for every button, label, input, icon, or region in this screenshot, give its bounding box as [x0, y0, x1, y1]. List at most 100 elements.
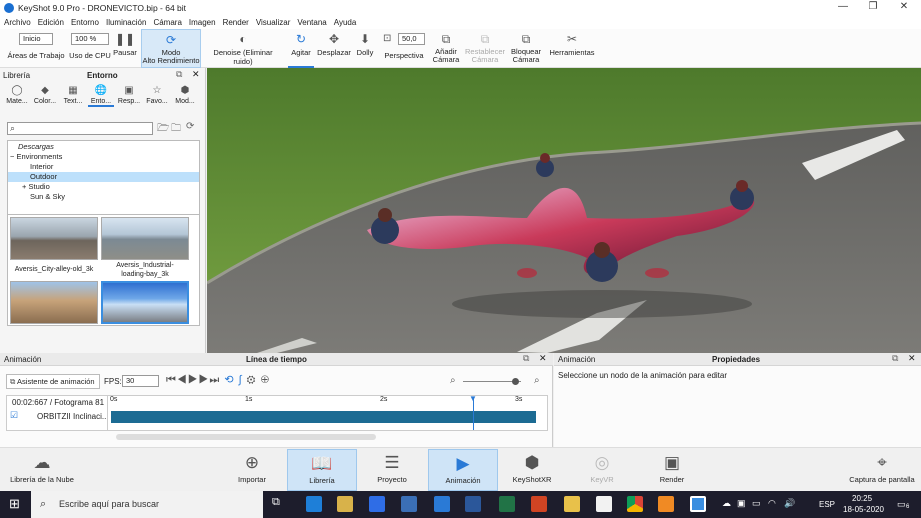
- app-icon[interactable]: [401, 496, 417, 512]
- menu-ventana[interactable]: Ventana: [297, 18, 326, 27]
- tray-icon[interactable]: ▣: [737, 498, 746, 509]
- tree-item-environments[interactable]: − Environments: [8, 152, 199, 162]
- cat-models[interactable]: ⬢ Mod...: [172, 84, 198, 105]
- wifi-icon[interactable]: ◠: [768, 498, 776, 509]
- battery-icon[interactable]: ▭: [752, 498, 761, 509]
- tree-item-studio[interactable]: + Studio: [8, 182, 199, 192]
- loop-icon[interactable]: ⟲: [224, 374, 234, 386]
- timeline-scrollbar[interactable]: [116, 434, 376, 440]
- tree-item-interior[interactable]: Interior: [8, 162, 199, 172]
- library-button[interactable]: 📖 Librería: [287, 449, 357, 491]
- volume-icon[interactable]: 🔊: [784, 498, 795, 509]
- tree-item-outdoor[interactable]: Outdoor: [8, 172, 199, 182]
- go-end-icon[interactable]: ⏭: [209, 374, 220, 386]
- thumb-industrial-loading-bay[interactable]: [101, 217, 189, 260]
- word-icon[interactable]: [465, 496, 481, 512]
- dolly-button[interactable]: ⬇ Dolly: [353, 29, 377, 68]
- pan-button[interactable]: ✥ Desplazar: [316, 29, 352, 68]
- cpu-usage-select[interactable]: 100 %: [71, 33, 109, 45]
- library-search-input[interactable]: ⌕: [7, 122, 153, 135]
- network-icon[interactable]: ☁: [722, 498, 731, 509]
- edge-icon[interactable]: [306, 496, 322, 512]
- excel-icon[interactable]: [499, 496, 515, 512]
- expand-icon[interactable]: +: [22, 182, 26, 191]
- cat-environments[interactable]: 🌐 Ento...: [88, 84, 114, 107]
- restore-button[interactable]: ❐: [856, 0, 890, 16]
- animation-wizard-button[interactable]: ⧉ Asistente de animación: [6, 374, 100, 389]
- language-indicator[interactable]: ESP: [819, 500, 835, 509]
- windows-start-icon[interactable]: ⊞: [9, 496, 20, 512]
- cloud-library-button[interactable]: ☁ Librería de la Nube: [8, 449, 76, 491]
- refresh-icon[interactable]: ⟳: [186, 121, 194, 132]
- cat-backplates[interactable]: ▣ Resp...: [116, 84, 142, 105]
- zoom-in-icon[interactable]: ⌕: [534, 375, 540, 386]
- workspace-select[interactable]: Inicio: [19, 33, 53, 45]
- undock-icon[interactable]: ⧉: [892, 353, 898, 364]
- tree-item-sun-sky[interactable]: Sun & Sky: [8, 192, 199, 202]
- animation-close-icon[interactable]: ✕: [539, 353, 547, 364]
- mail-icon[interactable]: [434, 496, 450, 512]
- undock-icon[interactable]: ⧉: [176, 69, 182, 80]
- menu-edicion[interactable]: Edición: [38, 18, 64, 27]
- keyshot-taskbar-icon[interactable]: [690, 496, 706, 512]
- perspective-input[interactable]: 50,0: [398, 33, 425, 45]
- reset-camera-button[interactable]: ⧉ Restablecer Cámara: [464, 29, 506, 68]
- dropbox-icon[interactable]: [369, 496, 385, 512]
- project-button[interactable]: ☰ Proyecto: [366, 449, 418, 491]
- clock-date[interactable]: 18-05-2020: [843, 505, 884, 514]
- pause-button[interactable]: ❚❚ Pausar: [112, 29, 138, 68]
- file-explorer-icon[interactable]: [564, 496, 580, 512]
- cat-materials[interactable]: ◯ Mate...: [4, 84, 30, 105]
- go-start-icon[interactable]: ⏮: [166, 374, 177, 386]
- playhead-marker-icon[interactable]: ▼: [469, 394, 477, 403]
- properties-close-icon[interactable]: ✕: [908, 353, 916, 364]
- curve-icon[interactable]: ∫: [239, 374, 243, 386]
- menu-entorno[interactable]: Entorno: [71, 18, 99, 27]
- tree-item-descargas[interactable]: Descargas: [8, 142, 199, 152]
- menu-camara[interactable]: Cámara: [153, 18, 181, 27]
- task-view-icon[interactable]: ⧉: [272, 496, 280, 509]
- folder-add-icon[interactable]: 🗀: [171, 121, 181, 138]
- store-icon[interactable]: [337, 496, 353, 512]
- cat-textures[interactable]: ▦ Text...: [60, 84, 86, 105]
- import-button[interactable]: ⊕ Importar: [228, 449, 276, 491]
- screenshot-button[interactable]: ⌖ Captura de pantalla: [846, 449, 918, 491]
- tools-button[interactable]: ✂ Herramientas: [548, 29, 596, 68]
- cat-favorites[interactable]: ☆ Favo...: [144, 84, 170, 105]
- close-button[interactable]: ✕: [887, 0, 921, 16]
- thumb-city-alley[interactable]: [10, 217, 98, 260]
- undock-icon[interactable]: ⧉: [523, 353, 529, 364]
- thumb-environment-3[interactable]: [10, 281, 98, 324]
- menu-ayuda[interactable]: Ayuda: [334, 18, 357, 27]
- tumble-button[interactable]: ↻ Agitar: [288, 29, 314, 68]
- menu-visualizar[interactable]: Visualizar: [256, 18, 291, 27]
- clock-time[interactable]: 20:25: [852, 494, 872, 503]
- next-frame-icon[interactable]: ▶: [199, 374, 210, 386]
- menu-iluminacion[interactable]: Iluminación: [106, 18, 146, 27]
- collapse-icon[interactable]: −: [10, 152, 14, 161]
- zoom-out-icon[interactable]: ⌕: [450, 375, 456, 386]
- menu-archivo[interactable]: Archivo: [4, 18, 31, 27]
- settings-icon[interactable]: ⚙: [247, 374, 257, 386]
- app-icon[interactable]: [658, 496, 674, 512]
- prev-frame-icon[interactable]: ◀: [177, 374, 188, 386]
- library-close-icon[interactable]: ✕: [192, 69, 200, 80]
- fps-select[interactable]: 30: [122, 375, 159, 387]
- performance-mode-button[interactable]: ⟳ Modo Alto Rendimiento: [141, 29, 201, 68]
- menu-render[interactable]: Render: [223, 18, 249, 27]
- folder-open-icon[interactable]: 🗁: [157, 121, 169, 138]
- keyvr-button[interactable]: ◎ KeyVR: [578, 449, 626, 491]
- chrome-icon[interactable]: [627, 496, 643, 512]
- document-icon[interactable]: [596, 496, 612, 512]
- track-checkbox[interactable]: ☑: [10, 410, 18, 421]
- target-icon[interactable]: ⊕: [261, 374, 270, 386]
- keyshotxr-button[interactable]: ⬢ KeyShotXR: [506, 449, 558, 491]
- menu-imagen[interactable]: Imagen: [189, 18, 216, 27]
- taskbar-search-input[interactable]: ⌕ Escribe aquí para buscar: [31, 491, 263, 518]
- thumb-environment-4[interactable]: [101, 281, 189, 324]
- play-icon[interactable]: ▶: [188, 374, 199, 386]
- cat-colors[interactable]: ◆ Color...: [32, 84, 58, 105]
- add-camera-button[interactable]: ⧉ Añadir Cámara: [430, 29, 462, 68]
- timeline-zoom-knob[interactable]: [512, 378, 519, 385]
- denoise-button[interactable]: ◐ Denoise (Eliminar ruido): [203, 29, 283, 68]
